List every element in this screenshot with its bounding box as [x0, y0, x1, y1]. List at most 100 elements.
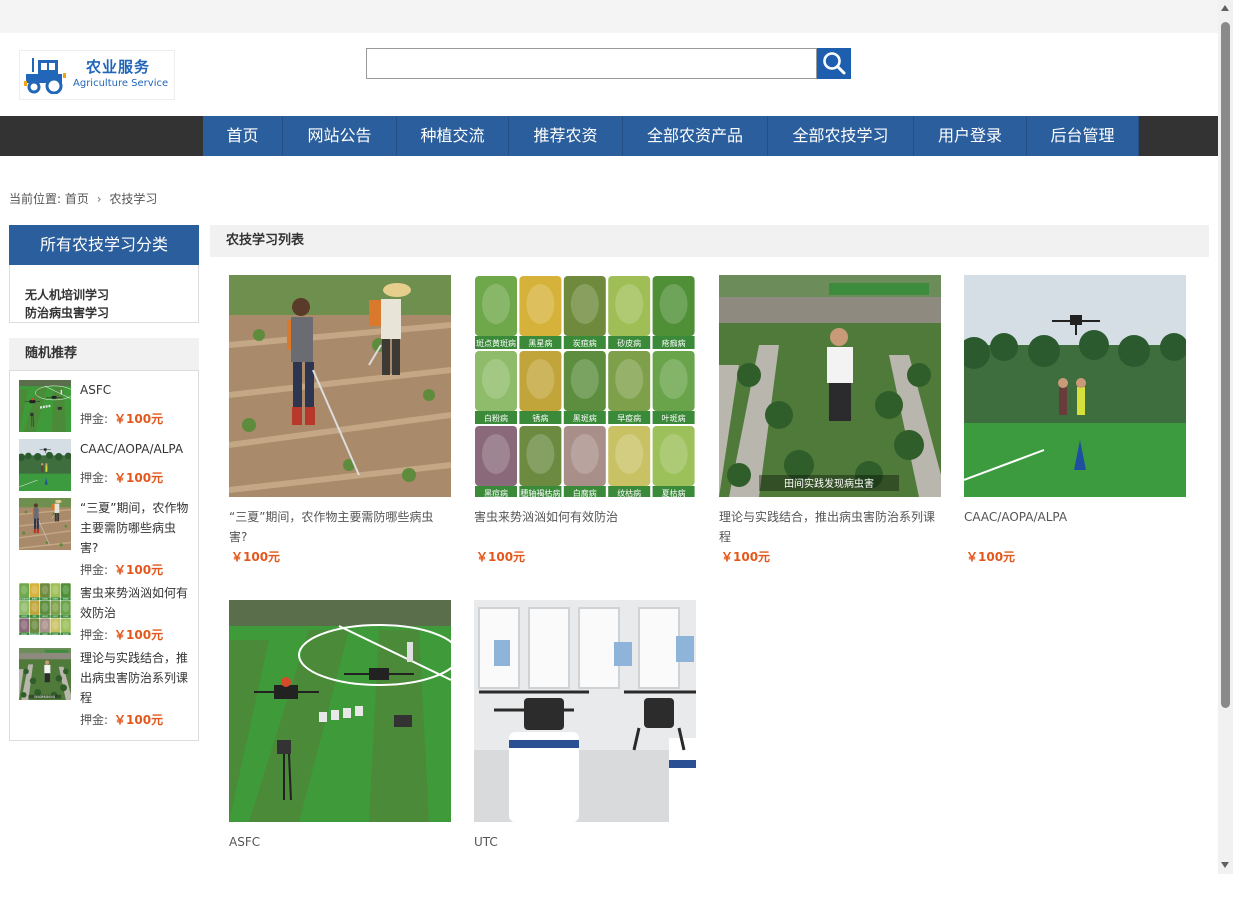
recommend-thumbnail[interactable] [19, 439, 71, 491]
logo-text-cn: 农业服务 [86, 56, 150, 77]
recommend-price: ￥100元 [114, 471, 163, 485]
svg-text:穗轴褐枯病: 穗轴褐枯病 [520, 488, 560, 497]
recommend-price-line: 押金: ￥100元 [80, 410, 163, 427]
recommend-item[interactable]: “三夏”期间，农作物主要需防哪些病虫害? 押金: ￥100元 [19, 498, 191, 581]
search-button[interactable] [817, 48, 851, 79]
scroll-down-arrow-icon[interactable] [1221, 862, 1229, 868]
course-card[interactable]: CAAC/AOPA/ALPA ￥100元 [964, 275, 1186, 575]
recommend-price-line: 押金: ￥100元 [80, 626, 163, 643]
nav-item[interactable]: 用户登录 [914, 116, 1027, 156]
category-item[interactable]: 防治病虫害学习 [25, 304, 198, 322]
nav-item[interactable]: 推荐农资 [509, 116, 623, 156]
course-image[interactable] [964, 275, 1186, 497]
main-nav: 首页网站公告种植交流推荐农资全部农资产品全部农技学习用户登录后台管理 [0, 116, 1218, 156]
recommend-item-title[interactable]: ASFC [80, 380, 192, 400]
recommend-item-title[interactable]: 害虫来势汹汹如何有效防治 [80, 583, 192, 623]
course-title[interactable]: ASFC [229, 832, 451, 852]
svg-text:早疫病: 早疫病 [617, 413, 641, 423]
recommend-price-line: 押金: ￥100元 [80, 711, 163, 728]
svg-text:锈病: 锈病 [532, 413, 548, 423]
recommend-item[interactable]: ASFC 押金: ￥100元 [19, 380, 191, 430]
course-card[interactable]: ASFC [229, 600, 451, 900]
course-card[interactable]: 斑点黄斑病 黑星病 炭疽病 砂皮病 疮痂病白粉病 锈病 黑斑病 早疫病 叶斑病黑痘病 穗轴褐枯病 白… [474, 275, 696, 575]
recommend-price: ￥100元 [114, 628, 163, 642]
course-title[interactable]: 理论与实践结合，推出病虫害防治系列课程 [719, 507, 941, 547]
category-title: 所有农技学习分类 [9, 225, 199, 265]
course-image[interactable] [229, 600, 451, 822]
deposit-label: 押金: [80, 628, 108, 642]
svg-text:黑星病: 黑星病 [528, 338, 552, 348]
course-price: ￥100元 [721, 548, 770, 565]
recommend-price-line: 押金: ￥100元 [80, 561, 163, 578]
deposit-label: 押金: [80, 471, 108, 485]
recommend-item-title[interactable]: “三夏”期间，农作物主要需防哪些病虫害? [80, 498, 192, 558]
scrollbar[interactable] [1218, 0, 1233, 874]
breadcrumb-separator: › [97, 192, 102, 206]
course-image[interactable]: 田间实践发现病虫害 [719, 275, 941, 497]
recommend-item-title[interactable]: 理论与实践结合，推出病虫害防治系列课程 [80, 648, 192, 708]
svg-text:夏枯病: 夏枯病 [662, 488, 686, 497]
nav-items: 首页网站公告种植交流推荐农资全部农资产品全部农技学习用户登录后台管理 [203, 116, 1139, 156]
recommend-thumbnail[interactable] [19, 498, 71, 550]
course-title[interactable]: UTC [474, 832, 696, 852]
svg-text:炭疽病: 炭疽病 [573, 338, 597, 348]
course-title[interactable]: CAAC/AOPA/ALPA [964, 507, 1186, 527]
category-item[interactable]: 无人机培训学习 [25, 286, 198, 304]
recommend-thumbnail[interactable] [19, 380, 71, 432]
course-price: ￥100元 [966, 548, 1015, 565]
svg-text:黑痘病: 黑痘病 [484, 488, 508, 497]
svg-text:白粉病: 白粉病 [484, 413, 508, 423]
recommend-price-line: 押金: ￥100元 [80, 469, 163, 486]
deposit-label: 押金: [80, 563, 108, 577]
nav-item[interactable]: 种植交流 [397, 116, 509, 156]
breadcrumb-current: 农技学习 [109, 192, 157, 206]
search-icon [817, 48, 851, 79]
course-card[interactable]: UTC [474, 600, 696, 900]
nav-item[interactable]: 后台管理 [1027, 116, 1139, 156]
course-price: ￥100元 [231, 548, 280, 565]
breadcrumb-prefix: 当前位置: [9, 192, 61, 206]
tractor-icon [24, 56, 66, 94]
course-image[interactable]: 斑点黄斑病 黑星病 炭疽病 砂皮病 疮痂病白粉病 锈病 黑斑病 早疫病 叶斑病黑痘病 穗轴褐枯病 白… [474, 275, 696, 497]
course-card[interactable]: 田间实践发现病虫害理论与实践结合，推出病虫害防治系列课程￥100元 [719, 275, 941, 575]
nav-item[interactable]: 网站公告 [283, 116, 397, 156]
nav-item[interactable]: 全部农资产品 [623, 116, 768, 156]
deposit-label: 押金: [80, 713, 108, 727]
course-title[interactable]: 害虫来势汹汹如何有效防治 [474, 507, 696, 527]
recommend-item[interactable]: 田间实践发现病虫害理论与实践结合，推出病虫害防治系列课程押金: ￥100元 [19, 648, 191, 731]
recommend-price: ￥100元 [114, 412, 163, 426]
deposit-label: 押金: [80, 412, 108, 426]
scroll-up-arrow-icon[interactable] [1221, 5, 1229, 11]
recommend-price: ￥100元 [114, 563, 163, 577]
course-image[interactable] [474, 600, 696, 822]
breadcrumb: 当前位置: 首页 › 农技学习 [9, 190, 157, 207]
svg-text:黑斑病: 黑斑病 [573, 413, 597, 423]
course-title[interactable]: “三夏”期间，农作物主要需防哪些病虫害? [229, 507, 451, 547]
nav-item[interactable]: 首页 [203, 116, 283, 156]
category-panel: 所有农技学习分类 无人机培训学习 防治病虫害学习 [9, 225, 199, 323]
recommend-thumbnail[interactable]: 斑点黄斑病黑星病炭疽病砂皮病疮痂病白粉病锈病黑斑病早疫病叶斑病黑痘病穗轴褐枯病白… [19, 583, 71, 635]
scrollbar-thumb[interactable] [1221, 22, 1230, 708]
site-logo[interactable]: 农业服务 Agriculture Service [19, 50, 175, 100]
course-card[interactable]: “三夏”期间，农作物主要需防哪些病虫害?￥100元 [229, 275, 451, 575]
recommend-price: ￥100元 [114, 713, 163, 727]
breadcrumb-home[interactable]: 首页 [65, 192, 89, 206]
recommend-title: 随机推荐 [9, 338, 199, 370]
recommend-item[interactable]: 斑点黄斑病黑星病炭疽病砂皮病疮痂病白粉病锈病黑斑病早疫病叶斑病黑痘病穗轴褐枯病白… [19, 583, 191, 646]
recommend-list: ASFC押金:￥100元CAAC/AOPA/ALPA押金:￥100元“三夏”期间… [9, 370, 199, 741]
search-input[interactable] [366, 48, 817, 79]
browser-top-strip [0, 0, 1218, 33]
nav-item[interactable]: 全部农技学习 [768, 116, 914, 156]
svg-text:田间实践发现病虫害: 田间实践发现病虫害 [784, 477, 874, 490]
list-title: 农技学习列表 [210, 225, 1209, 257]
svg-text:斑点黄斑病: 斑点黄斑病 [476, 338, 516, 348]
svg-text:砂皮病: 砂皮病 [617, 338, 641, 348]
logo-text-en: Agriculture Service [73, 78, 168, 89]
course-image[interactable] [229, 275, 451, 497]
recommend-thumbnail[interactable]: 田间实践发现病虫害 [19, 648, 71, 700]
svg-text:叶斑病: 叶斑病 [662, 413, 686, 423]
svg-text:疮痂病: 疮痂病 [662, 338, 686, 348]
recommend-item[interactable]: CAAC/AOPA/ALPA 押金: ￥100元 [19, 439, 191, 489]
recommend-item-title[interactable]: CAAC/AOPA/ALPA [80, 439, 192, 459]
svg-text:白腐病: 白腐病 [573, 488, 597, 497]
